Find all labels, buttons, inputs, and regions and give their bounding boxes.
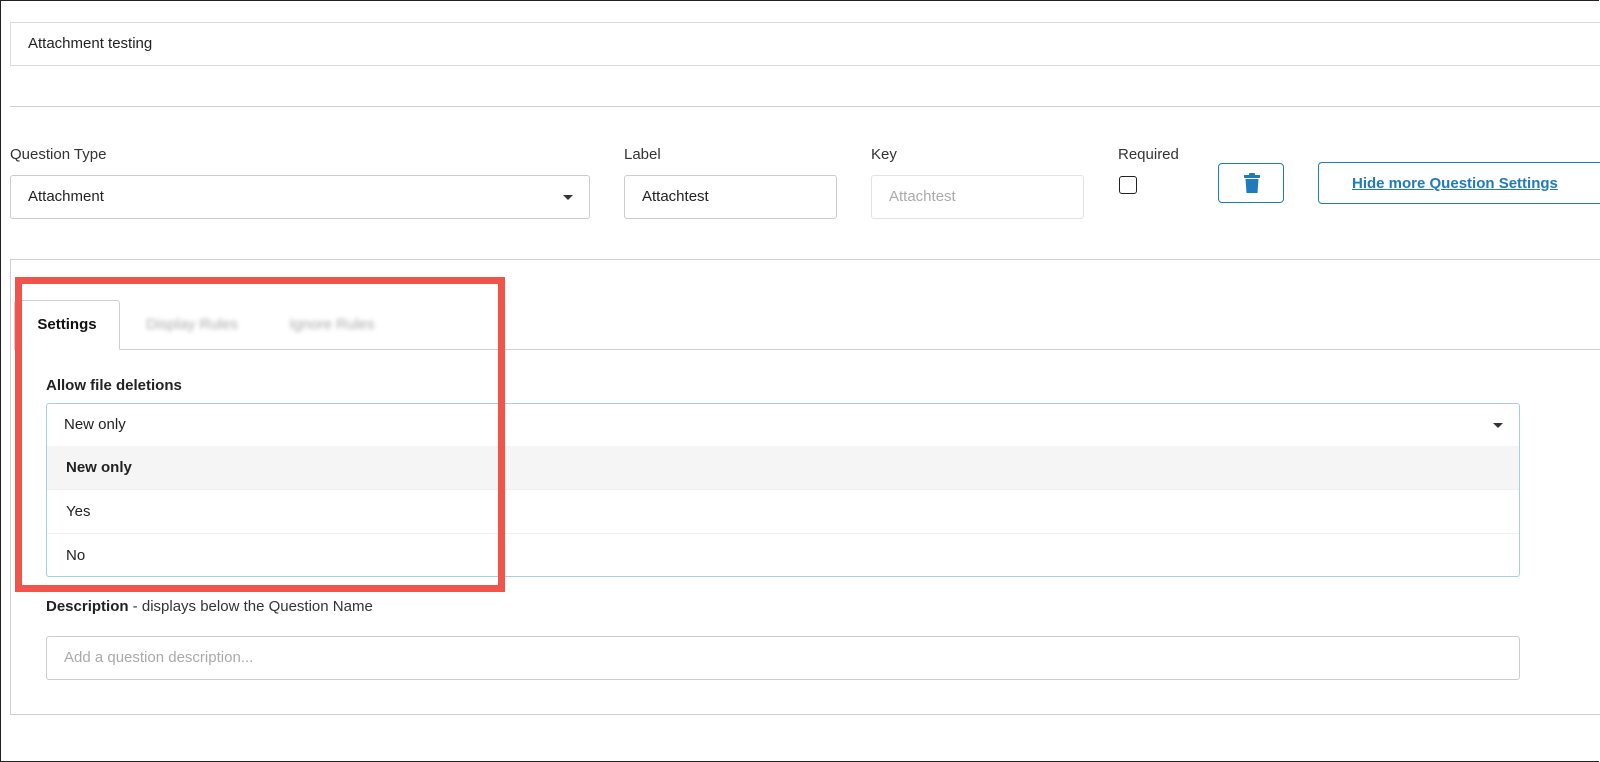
question-name-field[interactable]: Attachment testing bbox=[10, 22, 1600, 66]
dropdown-selected[interactable]: New only bbox=[47, 404, 1519, 446]
allow-file-deletions-dropdown[interactable]: New only New only Yes No bbox=[46, 403, 1520, 577]
hide-more-settings-label: Hide more Question Settings bbox=[1352, 174, 1558, 192]
question-type-label: Question Type bbox=[10, 146, 107, 163]
delete-question-button[interactable] bbox=[1218, 163, 1284, 203]
dropdown-option-new-only[interactable]: New only bbox=[47, 446, 1519, 489]
divider bbox=[10, 106, 1600, 107]
description-input[interactable]: Add a question description... bbox=[46, 636, 1520, 680]
key-field-label: Key bbox=[871, 146, 897, 163]
question-type-value: Attachment bbox=[28, 188, 104, 205]
dropdown-selected-value: New only bbox=[64, 416, 126, 433]
required-checkbox[interactable] bbox=[1119, 176, 1137, 194]
divider bbox=[10, 259, 1600, 260]
chevron-down-icon bbox=[1493, 423, 1503, 428]
description-label-bold: Description bbox=[46, 598, 129, 615]
divider bbox=[10, 714, 1600, 715]
required-label: Required bbox=[1118, 146, 1179, 163]
trash-icon bbox=[1243, 173, 1261, 198]
dropdown-option-yes[interactable]: Yes bbox=[47, 489, 1519, 533]
label-input[interactable]: Attachtest bbox=[624, 175, 837, 219]
description-label: Description - displays below the Questio… bbox=[46, 598, 373, 615]
key-input[interactable]: Attachtest bbox=[871, 175, 1084, 219]
allow-file-deletions-label: Allow file deletions bbox=[46, 377, 182, 394]
label-field-label: Label bbox=[624, 146, 661, 163]
chevron-down-icon bbox=[563, 195, 573, 200]
dropdown-option-no[interactable]: No bbox=[47, 533, 1519, 576]
hide-more-settings-button[interactable]: Hide more Question Settings bbox=[1318, 162, 1600, 204]
panel-left-border bbox=[10, 259, 11, 715]
question-type-select[interactable]: Attachment bbox=[10, 175, 590, 219]
tab-display-rules[interactable]: Display Rules bbox=[140, 301, 244, 349]
description-label-rest: - displays below the Question Name bbox=[128, 598, 373, 615]
tab-ignore-rules[interactable]: Ignore Rules bbox=[282, 301, 382, 349]
tabs-baseline bbox=[120, 349, 1600, 350]
tab-settings[interactable]: Settings bbox=[14, 300, 120, 350]
